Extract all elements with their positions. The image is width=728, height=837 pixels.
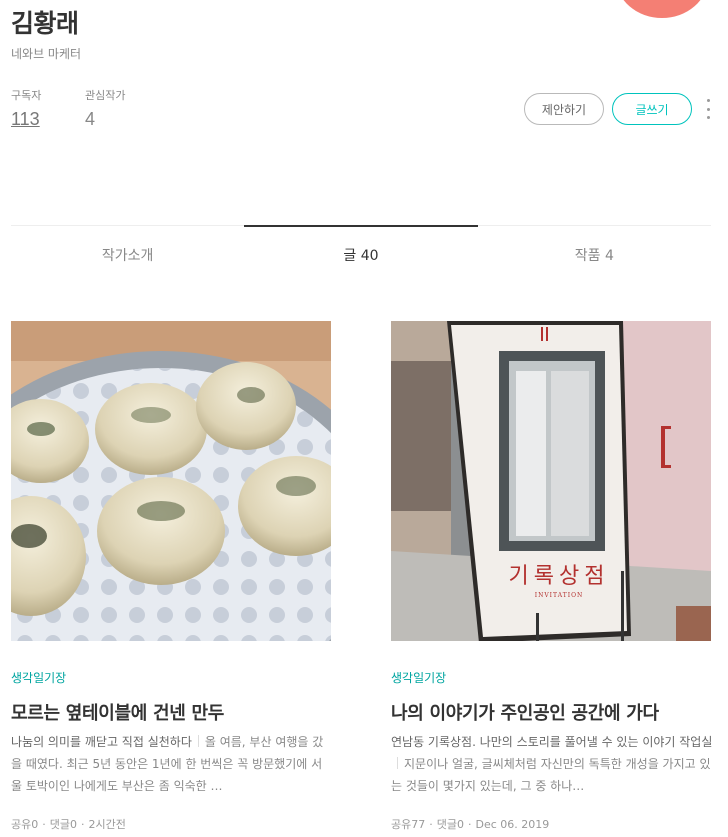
- poster-title: 기록상점: [509, 564, 610, 589]
- comment-count: 댓글0: [49, 818, 77, 831]
- article-card[interactable]: 기록상점 INVITATION 생각일기장 나의 이야기가 주인공인 공간에 가…: [391, 321, 712, 831]
- publish-time: 2시간전: [88, 818, 126, 831]
- comment-count: 댓글0: [436, 818, 464, 831]
- share-count: 공유77: [391, 818, 426, 831]
- article-meta: 공유0 · 댓글0 · 2시간전: [11, 818, 126, 831]
- article-card[interactable]: 생각일기장 모르는 옆테이블에 건넨 만두 나눔의 의미를 깨닫고 직접 실천하…: [11, 321, 331, 831]
- profile-tabs: 작가소개 글 40 작품 4: [11, 225, 711, 283]
- subscriber-count[interactable]: 113: [11, 109, 41, 130]
- article-meta: 공유77 · 댓글0 · Dec 06. 2019: [391, 818, 550, 831]
- author-name: 김황래: [11, 9, 79, 38]
- article-title[interactable]: 모르는 옆테이블에 건넨 만두: [11, 699, 224, 725]
- dumpling-photo[interactable]: [11, 321, 331, 641]
- tab-works[interactable]: 작품 4: [478, 226, 711, 283]
- author-avatar[interactable]: [616, 0, 708, 18]
- share-count: 공유0: [11, 818, 39, 831]
- write-button[interactable]: 글쓰기: [612, 93, 692, 125]
- tab-author-intro[interactable]: 작가소개: [11, 226, 244, 283]
- propose-button[interactable]: 제안하기: [524, 93, 604, 125]
- record-shop-photo[interactable]: 기록상점 INVITATION: [391, 321, 711, 641]
- separator: [197, 735, 199, 747]
- article-category[interactable]: 생각일기장: [391, 669, 446, 686]
- separator: [397, 757, 398, 769]
- tab-posts[interactable]: 글 40: [244, 225, 478, 283]
- following-label: 관심작가: [85, 89, 126, 102]
- following-count: 4: [85, 109, 96, 129]
- more-options-icon[interactable]: [702, 97, 714, 121]
- article-category[interactable]: 생각일기장: [11, 669, 66, 686]
- article-title[interactable]: 나의 이야기가 주인공인 공간에 가다: [391, 699, 659, 725]
- article-body-preview: 지문이나 얼굴, 글씨체처럼 자신만의 독특한 개성을 가지고 있는 것들이 몇…: [391, 757, 711, 793]
- article-excerpt[interactable]: 연남동 기록상점. 나만의 스토리를 풀어낼 수 있는 이야기 작업실지문이나 …: [391, 731, 713, 797]
- subscriber-stat[interactable]: 구독자 113: [11, 87, 41, 130]
- article-subtitle: 연남동 기록상점. 나만의 스토리를 풀어낼 수 있는 이야기 작업실: [391, 735, 713, 749]
- following-stat: 관심작가 4: [85, 87, 125, 130]
- subscriber-label: 구독자: [11, 89, 42, 102]
- article-subtitle: 나눔의 의미를 깨닫고 직접 실천하다: [11, 735, 192, 749]
- article-excerpt[interactable]: 나눔의 의미를 깨닫고 직접 실천하다 올 여름, 부산 여행을 갔을 때였다. …: [11, 731, 333, 797]
- author-description: 네와브 마케터: [11, 47, 82, 61]
- poster-subtitle: INVITATION: [535, 592, 584, 599]
- publish-time: Dec 06. 2019: [475, 818, 550, 831]
